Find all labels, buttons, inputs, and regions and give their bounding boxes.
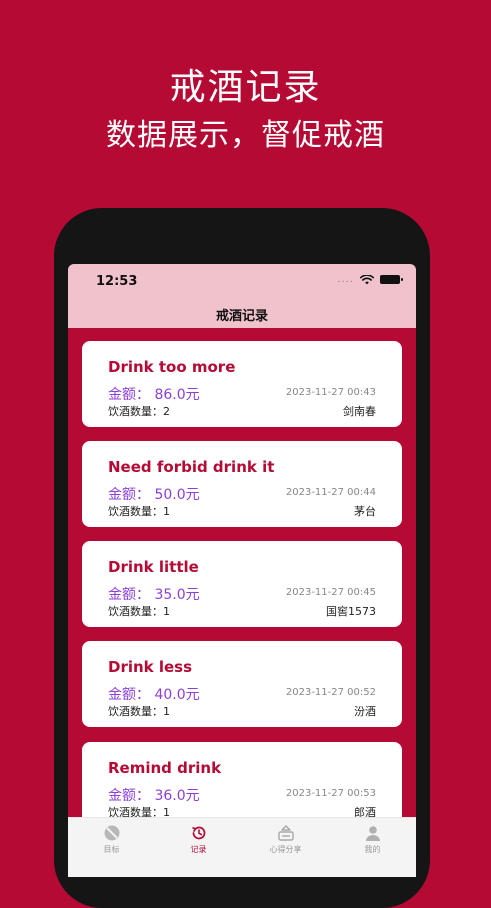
- record-amount: 金额： 86.0元: [108, 387, 200, 403]
- tab-bar: 目标 记录 心得分享 我的: [68, 817, 416, 877]
- tab-share[interactable]: 心得分享: [242, 818, 329, 877]
- record-title: Remind drink: [108, 759, 222, 777]
- record-card[interactable]: Drink little 金额： 35.0元 2023-11-27 00:45 …: [82, 541, 402, 627]
- record-count: 饮酒数量：1: [108, 605, 170, 618]
- tab-label: 目标: [103, 845, 120, 854]
- record-card[interactable]: Drink too more 金额： 86.0元 2023-11-27 00:4…: [82, 341, 402, 427]
- promo-subtitle: 数据展示，督促戒酒: [106, 118, 385, 153]
- record-title: Drink less: [108, 658, 193, 676]
- record-amount: 金额： 36.0元: [108, 788, 200, 804]
- record-count: 饮酒数量：2: [108, 405, 170, 418]
- tab-label: 我的: [364, 845, 381, 854]
- record-date: 2023-11-27 00:45: [285, 587, 376, 598]
- record-date: 2023-11-27 00:43: [285, 387, 376, 398]
- target-icon: [104, 825, 119, 841]
- status-icons: ....: [337, 274, 403, 285]
- tab-target[interactable]: 目标: [68, 818, 155, 877]
- battery-icon: [380, 275, 403, 284]
- app-screen: 12:53 .... 戒酒记录 Drink too more 金额： 86.0元…: [68, 264, 416, 877]
- promo-title: 戒酒记录: [169, 67, 322, 108]
- record-card[interactable]: Need forbid drink it 金额： 50.0元 2023-11-2…: [82, 441, 402, 527]
- record-date: 2023-11-27 00:53: [285, 788, 376, 799]
- tab-profile[interactable]: 我的: [329, 818, 416, 877]
- status-time: 12:53: [96, 274, 138, 289]
- record-title: Need forbid drink it: [108, 458, 275, 476]
- wifi-icon: [360, 274, 374, 284]
- tab-label: 心得分享: [269, 845, 302, 854]
- record-amount: 金额： 35.0元: [108, 587, 200, 603]
- tab-history[interactable]: 记录: [155, 818, 242, 877]
- record-date: 2023-11-27 00:44: [285, 487, 376, 498]
- record-card[interactable]: Drink less 金额： 40.0元 2023-11-27 00:52 饮酒…: [82, 641, 402, 727]
- app-header: 12:53 .... 戒酒记录: [68, 264, 416, 328]
- record-date: 2023-11-27 00:52: [285, 687, 376, 698]
- record-brand: 剑南春: [343, 405, 376, 418]
- nav-title: 戒酒记录: [215, 309, 268, 324]
- record-amount: 金额： 50.0元: [108, 487, 200, 503]
- record-brand: 国窖1573: [326, 605, 376, 618]
- record-count: 饮酒数量：1: [108, 705, 170, 718]
- record-count: 饮酒数量：1: [108, 505, 170, 518]
- history-icon: [191, 826, 205, 840]
- record-brand: 汾酒: [354, 705, 376, 718]
- tab-label: 记录: [190, 845, 207, 854]
- record-brand: 茅台: [354, 505, 376, 518]
- record-title: Drink little: [108, 558, 199, 576]
- record-card[interactable]: Remind drink 金额： 36.0元 2023-11-27 00:53 …: [82, 742, 402, 828]
- record-amount: 金额： 40.0元: [108, 687, 200, 703]
- share-icon: [277, 825, 294, 841]
- signal-indicator: ....: [337, 274, 354, 285]
- record-title: Drink too more: [108, 358, 236, 376]
- profile-icon: [365, 826, 380, 841]
